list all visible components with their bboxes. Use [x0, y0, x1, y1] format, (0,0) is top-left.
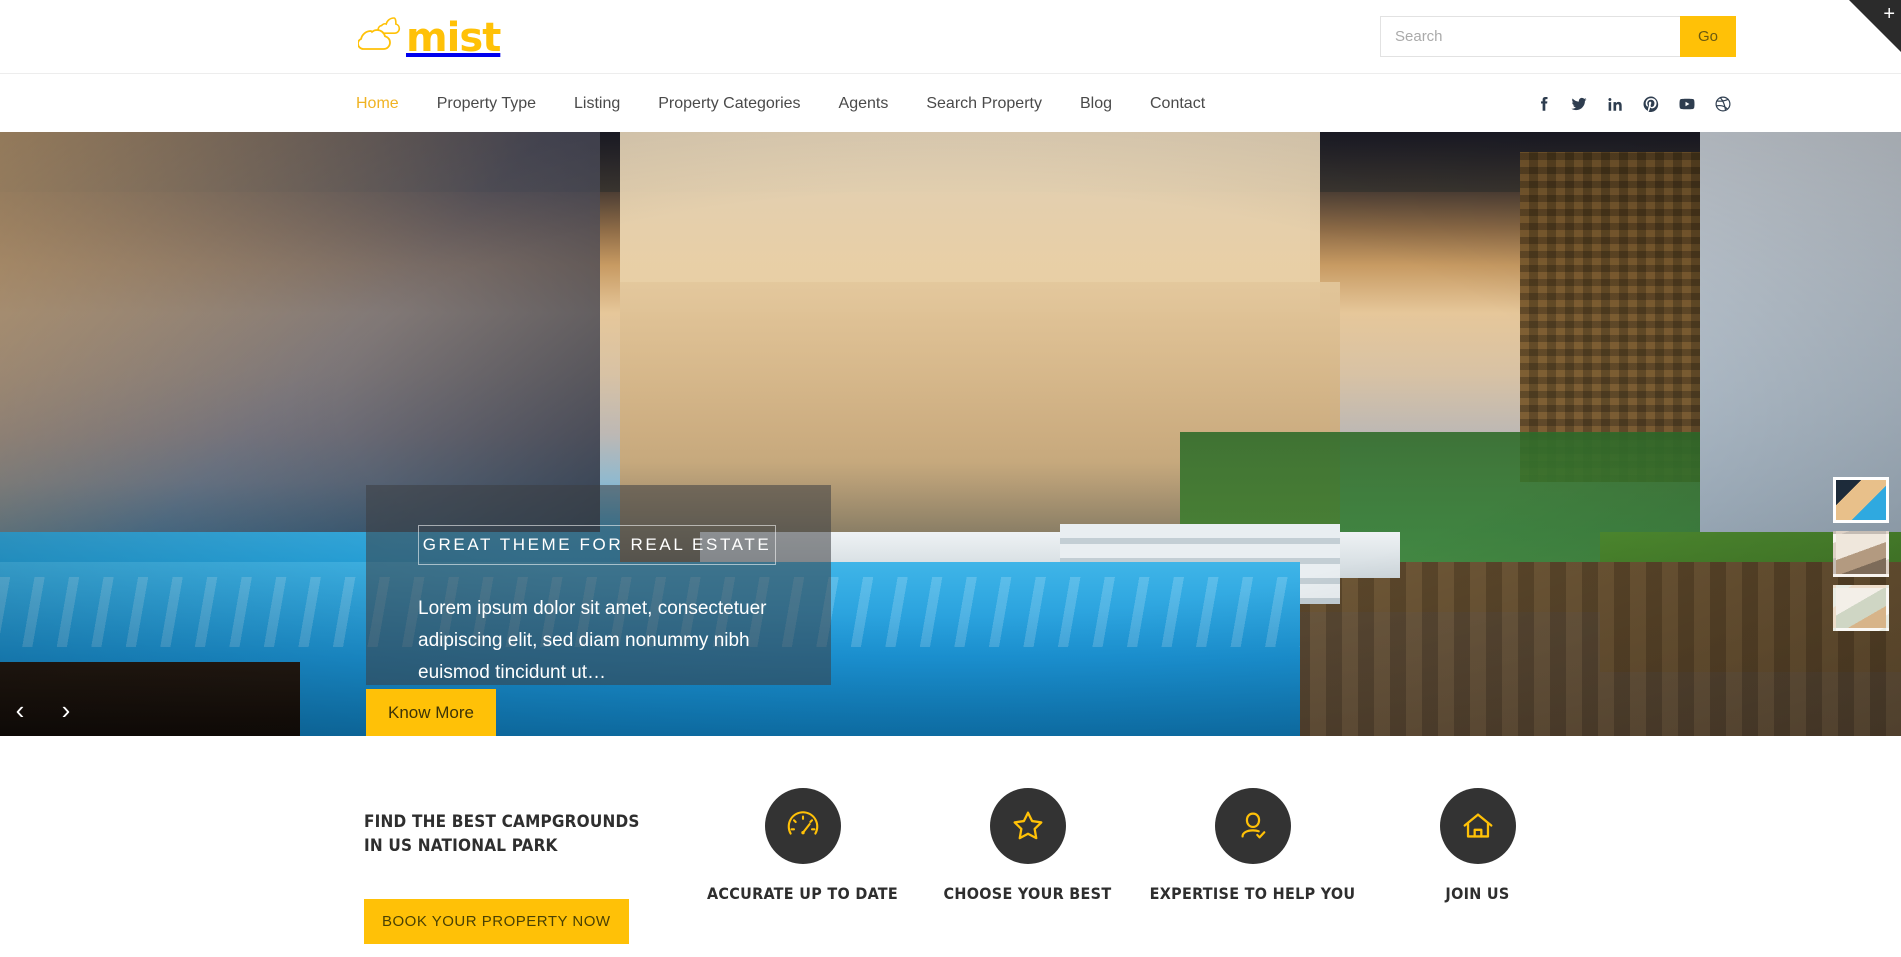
nav-list: Home Property Type Listing Property Cate…: [356, 74, 1205, 133]
nav-item-property-type[interactable]: Property Type: [437, 95, 536, 113]
linkedin-icon[interactable]: [1597, 86, 1633, 122]
main-navbar: Home Property Type Listing Property Cate…: [0, 73, 1901, 132]
feature-label-3: EXPERTISE TO HELP YOU: [1149, 884, 1356, 903]
carousel-next-icon[interactable]: ›: [46, 690, 86, 730]
speedometer-icon: [784, 807, 822, 845]
hero-description: Lorem ipsum dolor sit amet, consectetuer…: [418, 598, 767, 683]
search-input[interactable]: [1380, 16, 1680, 57]
feature-icon-wrap-3: [1214, 788, 1291, 864]
search-go-button[interactable]: Go: [1680, 16, 1736, 57]
book-property-button[interactable]: BOOK YOUR PROPERTY NOW: [364, 899, 629, 944]
feature-item-choose-best[interactable]: CHOOSE YOUR BEST: [915, 788, 1140, 903]
feature-label-1: ACCURATE UP TO DATE: [706, 884, 899, 903]
nav-link-listing[interactable]: Listing: [574, 95, 620, 112]
social-links: [1525, 74, 1741, 133]
feature-label-2: CHOOSE YOUR BEST: [943, 884, 1112, 903]
nav-link-property-categories[interactable]: Property Categories: [658, 95, 800, 112]
nav-item-contact[interactable]: Contact: [1150, 95, 1205, 113]
brand-logo[interactable]: mist: [358, 14, 501, 61]
feature-icon-wrap-2: [989, 788, 1066, 864]
feature-item-expertise[interactable]: EXPERTISE TO HELP YOU: [1140, 788, 1365, 903]
hero-vignette-layer: [0, 132, 1901, 736]
user-check-icon: [1234, 807, 1272, 845]
nav-link-contact[interactable]: Contact: [1150, 95, 1205, 112]
hero-thumb-3[interactable]: [1833, 585, 1889, 631]
top-bar: mist Go: [0, 0, 1901, 73]
promo-title: FIND THE BEST CAMPGROUNDS IN US NATIONAL…: [364, 812, 640, 856]
nav-item-agents[interactable]: Agents: [839, 95, 889, 113]
nav-item-listing[interactable]: Listing: [574, 95, 620, 113]
feature-item-accurate[interactable]: ACCURATE UP TO DATE: [690, 788, 915, 903]
hero-thumbnail-strip: [1833, 477, 1889, 631]
corner-ribbon[interactable]: +: [1849, 0, 1901, 52]
feature-icon-wrap-1: [764, 788, 841, 864]
youtube-icon[interactable]: [1669, 86, 1705, 122]
nav-item-blog[interactable]: Blog: [1080, 95, 1112, 113]
nav-link-agents[interactable]: Agents: [839, 95, 889, 112]
nav-item-home[interactable]: Home: [356, 95, 399, 113]
hero-background-image: [0, 132, 1901, 736]
pinterest-icon[interactable]: [1633, 86, 1669, 122]
hero-title: GREAT THEME FOR REAL ESTATE: [418, 525, 776, 565]
nav-link-home[interactable]: Home: [356, 95, 399, 112]
hero-caption-panel: GREAT THEME FOR REAL ESTATE Lorem ipsum …: [366, 485, 831, 685]
hero-image-layers: [0, 132, 1901, 736]
dribbble-icon[interactable]: [1705, 86, 1741, 122]
search-bar: Go: [1380, 16, 1736, 57]
home-icon: [1459, 807, 1497, 845]
page-root: mist Go + Home Property Type Listing Pro…: [0, 0, 1901, 957]
nav-link-blog[interactable]: Blog: [1080, 95, 1112, 112]
nav-link-property-type[interactable]: Property Type: [437, 95, 536, 112]
hero-thumb-2[interactable]: [1833, 531, 1889, 577]
cloud-icon: [358, 14, 410, 58]
feature-icon-wrap-4: [1439, 788, 1516, 864]
nav-link-search-property[interactable]: Search Property: [926, 95, 1042, 112]
feature-label-4: JOIN US: [1445, 884, 1510, 903]
nav-item-property-categories[interactable]: Property Categories: [658, 95, 800, 113]
carousel-prev-icon[interactable]: ‹: [0, 690, 40, 730]
hero-thumb-1[interactable]: [1833, 477, 1889, 523]
features-section: FIND THE BEST CAMPGROUNDS IN US NATIONAL…: [0, 736, 1901, 957]
hero-carousel: GREAT THEME FOR REAL ESTATE Lorem ipsum …: [0, 132, 1901, 736]
know-more-button[interactable]: Know More: [366, 689, 496, 736]
twitter-icon[interactable]: [1561, 86, 1597, 122]
star-icon: [1009, 807, 1047, 845]
plus-icon[interactable]: +: [1883, 4, 1895, 24]
feature-list: ACCURATE UP TO DATE CHOOSE YOUR BEST EXP…: [690, 788, 1590, 903]
nav-item-search-property[interactable]: Search Property: [926, 95, 1042, 113]
hero-arrow-controls: ‹ ›: [0, 690, 86, 730]
promo-block: FIND THE BEST CAMPGROUNDS IN US NATIONAL…: [364, 810, 644, 944]
brand-name: mist: [406, 15, 501, 61]
facebook-icon[interactable]: [1525, 86, 1561, 122]
feature-item-join-us[interactable]: JOIN US: [1365, 788, 1590, 903]
